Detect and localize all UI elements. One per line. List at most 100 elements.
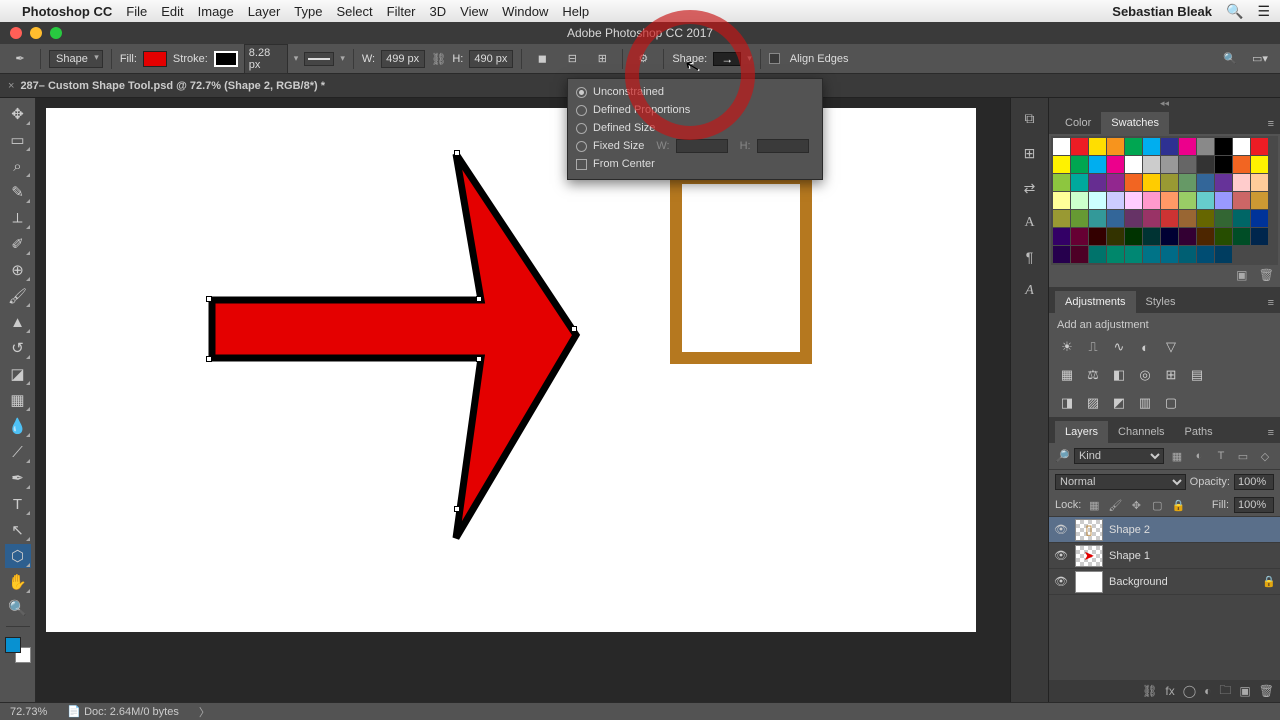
layer-fx-icon[interactable]: fx [1165,684,1174,698]
swatch[interactable] [1125,246,1142,263]
paragraph-panel-icon[interactable]: A [1024,215,1034,231]
swatch[interactable] [1089,174,1106,191]
filter-shape-icon[interactable]: ▭ [1234,447,1252,465]
layers-panel-menu-icon[interactable]: ≡ [1262,423,1280,443]
menu-3d[interactable]: 3D [430,4,447,19]
character-panel-icon[interactable]: ⇄ [1024,180,1036,197]
lock-artboard-icon[interactable]: ▢ [1149,497,1165,513]
swatch[interactable] [1071,192,1088,209]
swatch[interactable] [1143,192,1160,209]
layer-new-icon[interactable]: ▣ [1239,684,1250,698]
swatch[interactable] [1179,246,1196,263]
doc-info[interactable]: 📄 Doc: 2.64M/0 bytes [67,705,179,718]
adj-hue-icon[interactable]: ▦ [1057,365,1077,385]
layer-name[interactable]: Shape 1 [1109,550,1150,562]
adj-mixer-icon[interactable]: ⊞ [1161,365,1181,385]
menu-edit[interactable]: Edit [161,4,183,19]
adj-bw-icon[interactable]: ◧ [1109,365,1129,385]
from-center-checkbox[interactable] [576,159,587,170]
swatch[interactable] [1215,174,1232,191]
stamp-tool[interactable]: ▲ [5,310,31,334]
shape-mode-select[interactable]: Shape [49,50,103,68]
swatch[interactable] [1197,210,1214,227]
quick-select-tool[interactable]: ✎ [5,180,31,204]
properties-panel-icon[interactable]: ⊞ [1024,145,1036,162]
swatch[interactable] [1215,210,1232,227]
swatch[interactable] [1179,228,1196,245]
menu-layer[interactable]: Layer [248,4,281,19]
blur-tool[interactable]: 💧 [5,414,31,438]
search-icon[interactable]: 🔍 [1218,49,1242,69]
swatch[interactable] [1251,210,1268,227]
opt-def-prop-label[interactable]: Defined Proportions [593,104,690,116]
swatch[interactable] [1197,174,1214,191]
swatch[interactable] [1161,192,1178,209]
hand-tool[interactable]: ✋ [5,570,31,594]
swatch[interactable] [1071,174,1088,191]
adj-invert-icon[interactable]: ◨ [1057,393,1077,413]
filter-smart-icon[interactable]: ◇ [1256,447,1274,465]
layer-fill-input[interactable]: 100% [1234,497,1274,513]
new-swatch-icon[interactable]: ▣ [1236,268,1247,282]
adj-curves-icon[interactable]: ∿ [1109,337,1129,357]
menu-type[interactable]: Type [294,4,322,19]
custom-shape-tool[interactable]: ⬡ [5,544,31,568]
opt-fixed-radio[interactable] [576,141,587,152]
stroke-size-input[interactable]: 8.28 px [244,44,288,74]
spotlight-icon[interactable]: 🔍 [1226,3,1243,20]
swatch[interactable] [1125,228,1142,245]
swatch[interactable] [1071,210,1088,227]
swatch[interactable] [1125,210,1142,227]
workspace-switcher-icon[interactable]: ▭▾ [1248,49,1272,69]
adj-selective-icon[interactable]: ▢ [1161,393,1181,413]
filter-pixel-icon[interactable]: ▦ [1168,447,1186,465]
swatch[interactable] [1089,228,1106,245]
adj-exposure-icon[interactable]: ◐ [1135,337,1155,357]
swatch[interactable] [1089,210,1106,227]
swatch[interactable] [1179,156,1196,173]
layer-name[interactable]: Shape 2 [1109,524,1150,536]
move-tool[interactable]: ✥ [5,102,31,126]
layer-thumbnail[interactable]: ▯ [1075,519,1103,541]
lock-all-icon[interactable]: 🔒 [1170,497,1186,513]
swatch[interactable] [1053,246,1070,263]
swatch[interactable] [1197,138,1214,155]
swatch[interactable] [1053,138,1070,155]
swatch[interactable] [1197,192,1214,209]
swatch[interactable] [1251,192,1268,209]
filter-adj-icon[interactable]: ◐ [1190,447,1208,465]
swatches-tab[interactable]: Swatches [1101,112,1169,134]
swatch[interactable] [1179,138,1196,155]
swatch[interactable] [1107,210,1124,227]
status-more-icon[interactable]: 〉 [199,704,210,720]
swatch[interactable] [1215,192,1232,209]
swatch[interactable] [1089,192,1106,209]
swatch[interactable] [1215,156,1232,173]
from-center-label[interactable]: From Center [593,158,655,170]
adj-levels-icon[interactable]: ⎍ [1083,337,1103,357]
swatch[interactable] [1089,156,1106,173]
history-panel-icon[interactable]: ⧉ [1025,110,1035,127]
layers-tab[interactable]: Layers [1055,421,1108,443]
foreground-background-colors[interactable] [5,637,31,663]
menu-help[interactable]: Help [562,4,589,19]
paths-tab[interactable]: Paths [1175,421,1223,443]
lock-image-icon[interactable]: 🖌 [1107,497,1123,513]
menu-image[interactable]: Image [198,4,234,19]
swatch[interactable] [1179,210,1196,227]
swatch[interactable] [1233,174,1250,191]
swatch[interactable] [1197,156,1214,173]
layer-filter-select[interactable]: Kind [1074,448,1164,464]
height-input[interactable]: 490 px [469,50,513,68]
swatch[interactable] [1179,192,1196,209]
swatch[interactable] [1251,138,1268,155]
swatch[interactable] [1107,192,1124,209]
layer-name[interactable]: Background [1109,576,1168,588]
gradient-tool[interactable]: ▦ [5,388,31,412]
type-tool[interactable]: T [5,492,31,516]
char-styles-panel-icon[interactable]: A [1025,283,1034,299]
layer-visibility-icon[interactable]: 👁 [1053,549,1069,562]
menu-file[interactable]: File [126,4,147,19]
swatch[interactable] [1251,156,1268,173]
adj-brightness-icon[interactable]: ☀ [1057,337,1077,357]
